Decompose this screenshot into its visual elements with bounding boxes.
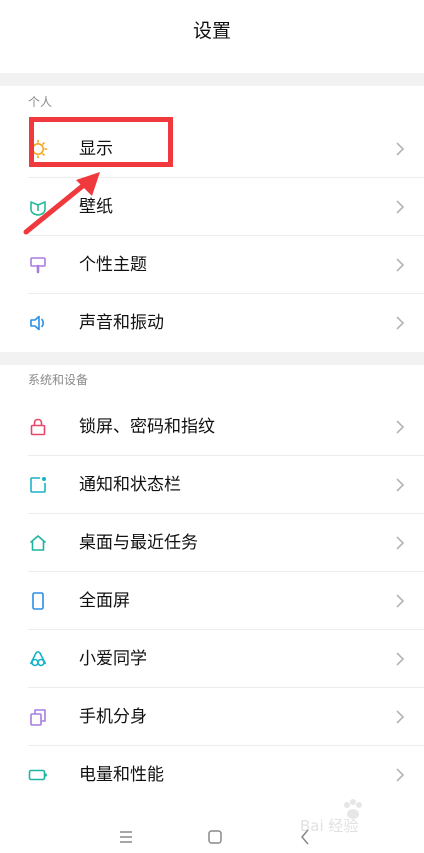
chevron-right-icon [396,768,405,782]
back-icon[interactable] [296,828,314,846]
chevron-right-icon [396,652,405,666]
annotation-highlight-box [29,117,173,167]
settings-item-xiaoai[interactable]: 小爱同学 [0,630,424,688]
chevron-right-icon [396,478,405,492]
speaker-icon [30,315,45,331]
settings-item-lock-screen[interactable]: 锁屏、密码和指纹 [0,398,424,456]
chevron-right-icon [396,316,405,330]
section-label-system: 系统和设备 [28,373,89,387]
settings-item-label: 电量和性能 [79,765,164,785]
chevron-right-icon [396,200,405,214]
settings-item-label: 个性主题 [79,255,147,275]
chevron-right-icon [396,710,405,724]
chevron-right-icon [396,594,405,608]
lock-icon [30,418,46,436]
section-label-personal: 个人 [28,95,53,109]
settings-item-sound[interactable]: 声音和振动 [0,294,424,352]
settings-item-notifications[interactable]: 通知和状态栏 [0,456,424,514]
notification-icon [30,477,46,493]
dual-apps-icon [30,709,46,726]
page-title: 设置 [192,19,231,42]
battery-icon [28,769,47,781]
section-separator [0,352,424,365]
settings-item-label: 全面屏 [79,591,130,611]
xiaoai-icon [29,650,47,667]
settings-item-battery[interactable]: 电量和性能 [0,746,424,804]
settings-item-theme[interactable]: 个性主题 [0,236,424,294]
settings-item-label: 小爱同学 [79,649,147,669]
top-bar: 设置 [0,0,424,60]
settings-item-full-screen[interactable]: 全面屏 [0,572,424,630]
settings-item-label: 桌面与最近任务 [79,533,198,553]
settings-item-label: 声音和振动 [79,313,164,333]
phone-screen-icon [32,592,44,610]
theme-brush-icon [30,257,46,274]
chevron-right-icon [396,142,405,156]
settings-item-label: 锁屏、密码和指纹 [79,417,215,437]
chevron-right-icon [396,258,405,272]
section-separator [0,73,424,86]
settings-item-label: 手机分身 [79,707,147,727]
settings-item-label: 通知和状态栏 [79,475,181,495]
system-nav-bar [0,810,424,853]
home-icon [29,535,47,551]
home-square-icon[interactable] [206,828,224,846]
annotation-arrow [23,172,100,235]
settings-item-dual-apps[interactable]: 手机分身 [0,688,424,746]
settings-item-desktop[interactable]: 桌面与最近任务 [0,514,424,572]
chevron-right-icon [396,420,405,434]
chevron-right-icon [396,536,405,550]
menu-icon[interactable] [117,828,135,846]
